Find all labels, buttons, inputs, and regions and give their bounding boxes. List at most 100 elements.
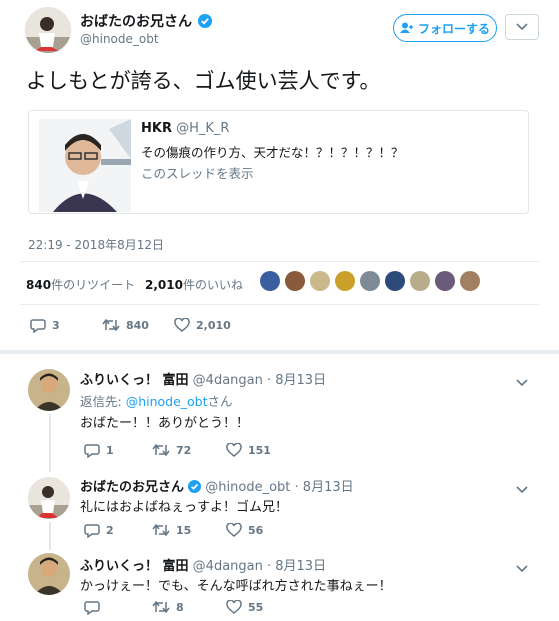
reply-author-handle[interactable]: @4dangan	[193, 373, 263, 388]
reply-button[interactable]: 2	[84, 523, 114, 538]
retweet-button[interactable]: 8	[152, 600, 184, 614]
heart-icon	[226, 443, 242, 457]
reply-to-prefix: 返信先:	[80, 394, 126, 409]
retweet-stat-label: 件のリツイート	[51, 278, 136, 292]
liker-avatars	[260, 271, 492, 295]
liker-avatar[interactable]	[410, 271, 430, 291]
retweet-icon	[152, 600, 170, 614]
reply-author-handle[interactable]: @hinode_obt	[205, 480, 290, 495]
like-button[interactable]: 151	[226, 443, 271, 457]
reply-icon	[84, 524, 100, 538]
like-count: 2,010	[145, 278, 183, 292]
retweet-action-count: 840	[126, 318, 149, 332]
reply-button[interactable]: 3	[30, 318, 60, 333]
liker-avatar[interactable]	[310, 271, 330, 291]
reply-date[interactable]: · 8月13日	[295, 480, 354, 495]
follow-label: フォローする	[417, 21, 490, 36]
follow-user-icon	[399, 22, 413, 33]
reply-author-name[interactable]: ふりいくっ！ 富田	[80, 559, 189, 574]
reply-more-button[interactable]	[516, 479, 528, 498]
reply-more-button[interactable]	[516, 558, 528, 577]
like-stat-label: 件のいいね	[182, 278, 243, 292]
like-count: 151	[248, 443, 271, 457]
retweet-count: 72	[176, 443, 192, 457]
tweet-menu-button[interactable]	[505, 14, 539, 40]
author-name[interactable]: おばたのお兄さん	[80, 14, 192, 30]
section-divider	[0, 350, 559, 354]
reply-icon	[84, 444, 100, 458]
reply-button[interactable]: 1	[84, 443, 114, 458]
reply-count: 3	[52, 319, 60, 332]
quoted-tweet-card[interactable]: HKR @H_K_R その傷痕の作り方、天才だな！？！？！？！？ このスレッドを…	[28, 110, 529, 214]
thread-connector	[49, 522, 51, 550]
chevron-down-icon	[516, 379, 528, 387]
reply-author-name[interactable]: ふりいくっ！ 富田	[80, 373, 189, 388]
chevron-down-icon	[516, 486, 528, 494]
retweet-button[interactable]: 72	[152, 443, 191, 457]
reply-author-handle[interactable]: @4dangan	[193, 559, 263, 574]
heart-icon	[226, 523, 242, 537]
quoted-tweet-image	[39, 119, 131, 212]
liker-avatar[interactable]	[260, 271, 280, 291]
retweet-icon	[152, 523, 170, 537]
retweet-stat[interactable]: 840件のリツイート	[26, 276, 135, 293]
reply-avatar[interactable]	[28, 553, 70, 595]
like-action-count: 2,010	[196, 318, 231, 332]
like-button[interactable]: 2,010	[174, 318, 231, 332]
retweet-icon	[152, 443, 170, 457]
liker-avatar[interactable]	[285, 271, 305, 291]
retweet-icon	[102, 318, 120, 332]
reply-button[interactable]	[84, 600, 106, 615]
reply-header: おばたのお兄さん @hinode_obt · 8月13日	[80, 476, 354, 497]
divider	[20, 261, 539, 262]
chevron-down-icon	[516, 23, 528, 31]
reply-avatar[interactable]	[28, 477, 70, 519]
retweet-count: 8	[176, 600, 184, 614]
like-count: 55	[248, 600, 264, 614]
verified-badge-icon	[188, 480, 202, 497]
retweet-count: 840	[26, 278, 52, 292]
reply-date[interactable]: · 8月13日	[267, 373, 326, 388]
reply-to-suffix: さん	[207, 394, 233, 409]
tweet-timestamp[interactable]: 22:19 - 2018年8月12日	[28, 236, 164, 253]
reply-author-name[interactable]: おばたのお兄さん	[80, 480, 184, 495]
reply-header: ふりいくっ！ 富田 @4dangan · 8月13日	[80, 369, 326, 388]
reply-more-button[interactable]	[516, 372, 528, 391]
heart-icon	[226, 600, 242, 614]
reply-icon	[84, 601, 100, 615]
like-button[interactable]: 56	[226, 523, 263, 537]
liker-avatar[interactable]	[385, 271, 405, 291]
liker-avatar[interactable]	[360, 271, 380, 291]
liker-avatar[interactable]	[460, 271, 480, 291]
reply-text: おばたー！！ありがとう！！	[80, 416, 250, 431]
quoted-author-handle: @H_K_R	[176, 121, 230, 136]
author-avatar[interactable]	[25, 7, 71, 53]
heart-icon	[174, 318, 190, 332]
reply-text: 礼にはおよばねぇっすよ！ゴム兄！	[80, 500, 289, 515]
retweet-button[interactable]: 15	[152, 523, 191, 537]
reply-to-handle[interactable]: @hinode_obt	[126, 394, 208, 409]
follow-button[interactable]: フォローする	[393, 14, 497, 42]
quoted-tweet-text: その傷痕の作り方、天才だな！？！？！？！？	[141, 145, 404, 160]
reply-date[interactable]: · 8月13日	[267, 559, 326, 574]
quoted-author-name: HKR	[141, 121, 172, 136]
author-handle[interactable]: @hinode_obt	[80, 32, 159, 46]
tweet-text: よしもとが誇る、ゴム使い芸人です。	[26, 69, 381, 93]
reply-header: ふりいくっ！ 富田 @4dangan · 8月13日	[80, 555, 326, 574]
show-thread-link[interactable]: このスレッドを表示	[141, 163, 254, 182]
reply-count: 2	[106, 524, 114, 537]
divider	[20, 304, 539, 305]
like-stat[interactable]: 2,010件のいいね	[145, 276, 243, 293]
thread-connector	[49, 414, 51, 472]
reply-to-line: 返信先: @hinode_obtさん	[80, 391, 233, 410]
chevron-down-icon	[516, 565, 528, 573]
like-count: 56	[248, 523, 264, 537]
liker-avatar[interactable]	[435, 271, 455, 291]
liker-avatar[interactable]	[335, 271, 355, 291]
retweet-button[interactable]: 840	[102, 318, 149, 332]
retweet-count: 15	[176, 523, 192, 537]
like-button[interactable]: 55	[226, 600, 263, 614]
reply-count: 1	[106, 444, 114, 457]
reply-icon	[30, 319, 46, 333]
reply-avatar[interactable]	[28, 369, 70, 411]
